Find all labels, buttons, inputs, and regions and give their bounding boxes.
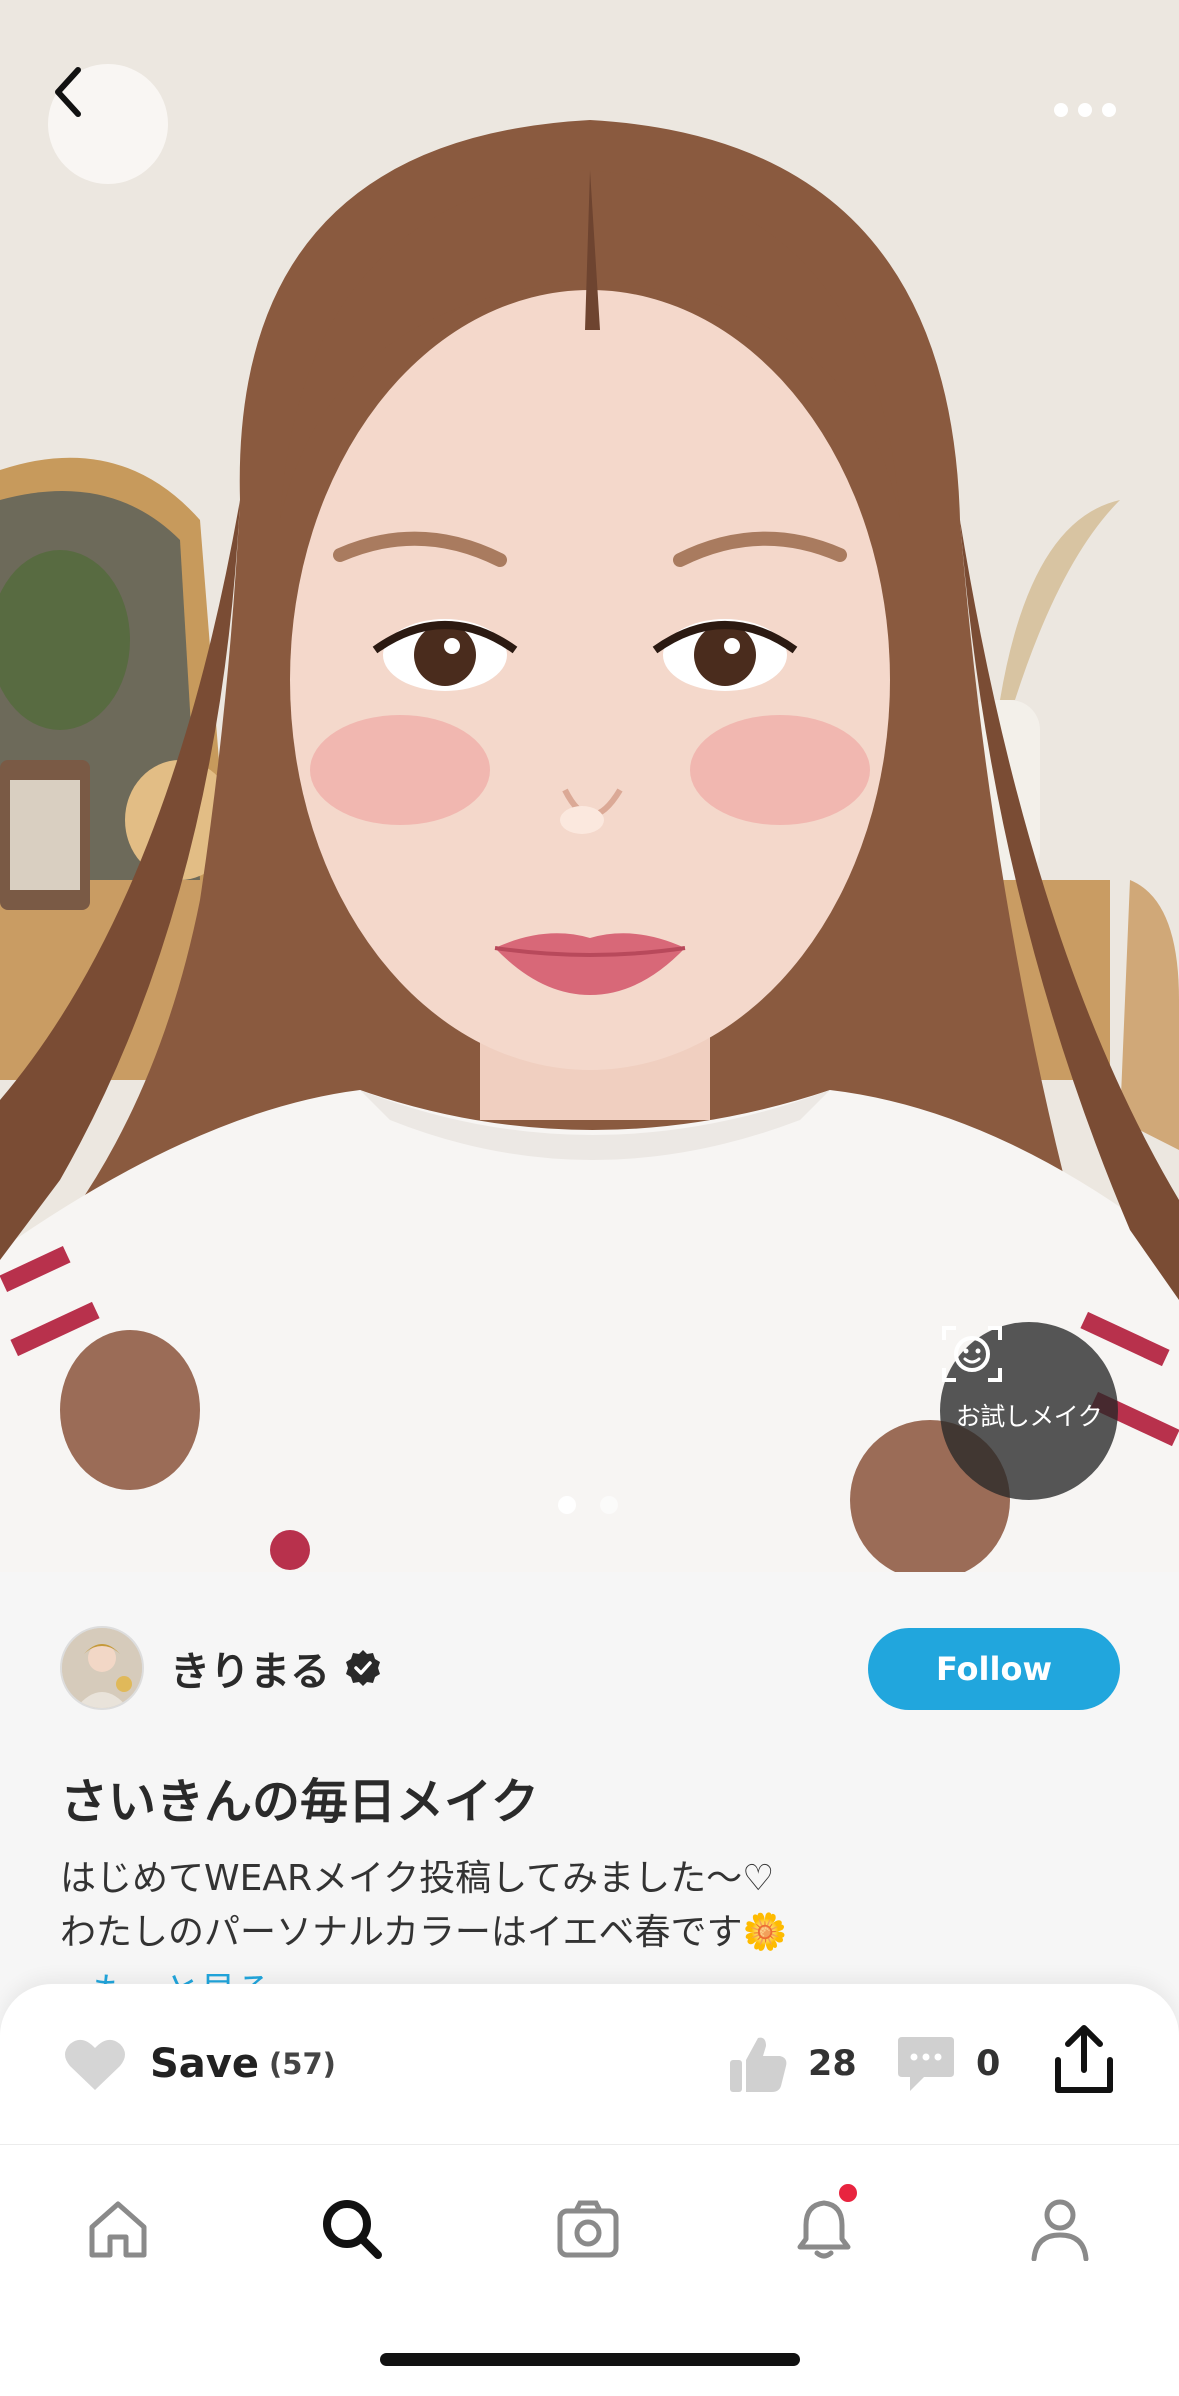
save-count: (57) xyxy=(269,2047,336,2081)
home-icon xyxy=(89,2201,147,2258)
tab-home[interactable] xyxy=(78,2189,158,2269)
try-makeup-button[interactable]: お試しメイク xyxy=(940,1322,1118,1500)
thumbs-up-icon xyxy=(730,2037,787,2092)
tab-camera[interactable] xyxy=(548,2189,628,2269)
tab-profile[interactable] xyxy=(1020,2189,1100,2269)
like-count: 28 xyxy=(808,2044,857,2084)
person-icon xyxy=(1031,2199,1089,2261)
page-indicator xyxy=(558,1496,618,1514)
more-dot xyxy=(1102,103,1116,117)
comment-icon xyxy=(898,2037,954,2091)
post-description: はじめてWEARメイク投稿してみました～♡ わたしのパーソナルカラーはイエベ春で… xyxy=(60,1852,1060,1960)
comment-count: 0 xyxy=(976,2044,1001,2084)
bottom-tab-bar xyxy=(0,2144,1179,2396)
share-icon xyxy=(1055,2025,1113,2093)
description-line: はじめてWEARメイク投稿してみました～♡ xyxy=(60,1858,775,1899)
verified-badge-icon xyxy=(346,1650,380,1686)
author-name[interactable]: きりまる xyxy=(170,1639,330,1697)
post-photo[interactable]: お試しメイク xyxy=(0,0,1179,1572)
share-button[interactable] xyxy=(1052,2024,1116,2096)
notification-badge xyxy=(836,2181,860,2205)
avatar-image xyxy=(62,1628,142,1708)
home-indicator xyxy=(380,2353,800,2366)
try-makeup-label: お試しメイク xyxy=(955,1402,1103,1431)
face-scan-icon xyxy=(942,1326,1002,1382)
tab-search[interactable] xyxy=(312,2189,392,2269)
save-label: Save xyxy=(150,2041,260,2087)
save-button[interactable]: Save (57) xyxy=(64,2032,336,2096)
back-button[interactable] xyxy=(48,64,168,184)
page-dot xyxy=(600,1496,618,1514)
description-line: わたしのパーソナルカラーはイエベ春です🌼 xyxy=(60,1912,788,1953)
more-dot xyxy=(1054,103,1068,117)
page-dot-active xyxy=(558,1496,576,1514)
camera-icon xyxy=(557,2200,619,2258)
comment-button[interactable]: 0 xyxy=(896,2026,1000,2102)
action-bar: Save (57) 28 0 xyxy=(0,1984,1179,2144)
like-button[interactable]: 28 xyxy=(728,2026,857,2102)
more-dot xyxy=(1078,103,1092,117)
post-title: さいきんの毎日メイク xyxy=(60,1774,540,1830)
search-icon xyxy=(323,2200,382,2259)
follow-button[interactable]: Follow xyxy=(868,1628,1120,1710)
avatar[interactable] xyxy=(60,1626,144,1710)
chevron-left-icon xyxy=(55,67,81,117)
author-row: きりまる Follow xyxy=(60,1624,1120,1712)
more-options-button[interactable] xyxy=(1040,80,1130,140)
tab-notifications[interactable] xyxy=(784,2181,864,2269)
heart-icon xyxy=(65,2039,125,2090)
bell-icon xyxy=(797,2200,851,2259)
